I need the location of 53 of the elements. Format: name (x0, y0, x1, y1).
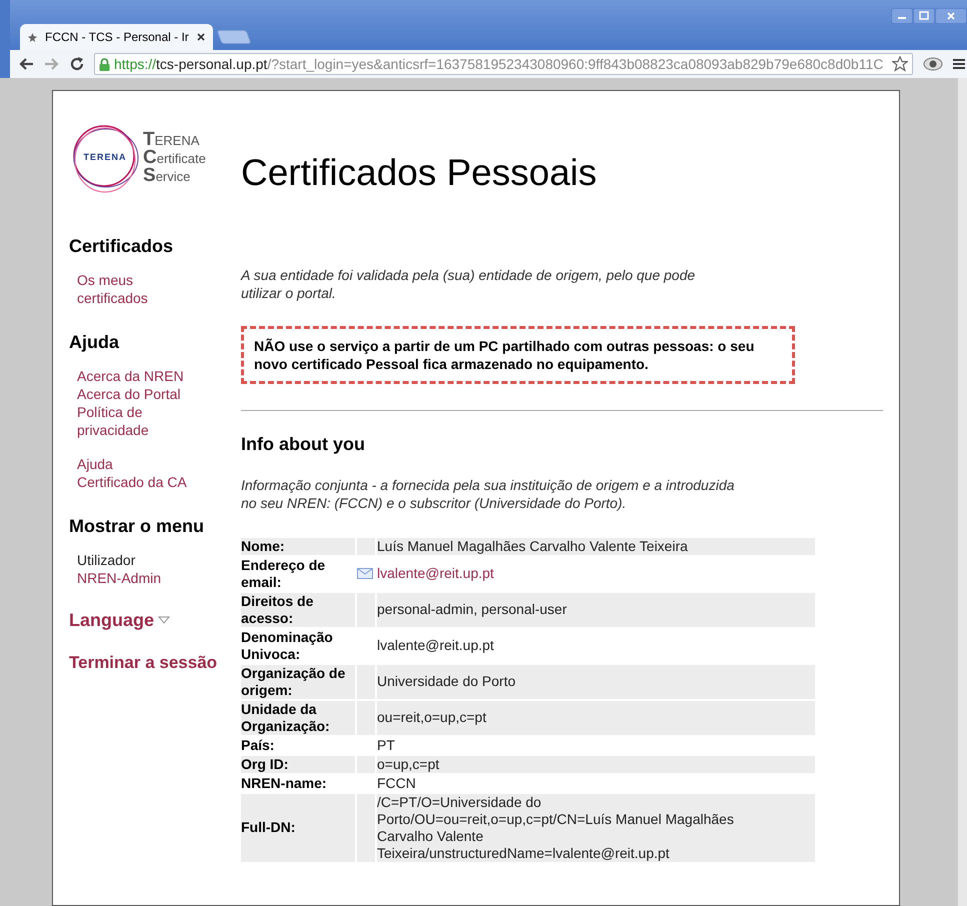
close-icon[interactable] (196, 33, 205, 41)
sidebar-link[interactable]: Política de privacidade (77, 402, 199, 438)
field-label: Nome: (241, 538, 355, 554)
sidebar-link[interactable]: Acerca da NREN (77, 366, 199, 384)
field-label: Organização de origem: (241, 664, 355, 698)
field-value: /C=PT/O=Universidade do Porto/OU=ou=reit,o=up,c=pt/CN=Luís Manuel Magalhães Carvalho Valente Teixeira/unstructuredName=lvalente@reit.up.pt (377, 794, 735, 862)
field-label: Unidade da Organização: (241, 700, 355, 734)
caret-icon (158, 616, 170, 624)
description-text: Informação conjunta - a fornecida pela sua instituição de origem e a introduzida no seu NREN: (FCCN) e o subscritor (Universidade do Porto). (241, 476, 736, 512)
section-heading: Info about you (241, 432, 366, 456)
sidebar-heading: Mostrar o menu (69, 514, 206, 536)
envelope-icon (357, 568, 373, 579)
eye-icon[interactable] (923, 57, 943, 71)
email-link[interactable]: lvalente@reit.up.pt (377, 565, 757, 582)
maximize-icon[interactable] (914, 9, 934, 23)
field-value: PT (377, 736, 396, 754)
language-menu[interactable]: Language (69, 606, 241, 634)
tab-favicon-icon (28, 32, 37, 42)
logo-wordmark: TERENA Certificate Service (143, 130, 206, 185)
scrollbar[interactable] (957, 78, 967, 906)
sidebar-link[interactable]: Certificado da CA (77, 472, 199, 490)
sidebar-heading: Ajuda (69, 330, 120, 352)
back-icon[interactable] (18, 57, 34, 71)
warning-text: NÃO use o serviço a partir de um PC partilhado com outras pessoas: o seu novo certificado Pessoal fica armazenado no equipamento. (254, 336, 756, 372)
minimize-icon[interactable] (892, 9, 912, 23)
field-value: Luís Manuel Magalhães Carvalho Valente Teixeira (377, 538, 689, 554)
field-value: o=up,c=pt (377, 756, 440, 772)
field-label: Direitos de acesso: (241, 592, 355, 626)
close-window-icon[interactable] (936, 9, 966, 23)
menu-icon[interactable] (953, 58, 965, 70)
intro-text: A sua entidade foi validada pela (sua) entidade de origem, pelo que pode utilizar o portal. (241, 266, 696, 302)
lock-icon (99, 58, 110, 70)
sidebar-link[interactable]: Acerca do Portal (77, 384, 199, 402)
sidebar-label: Utilizador (77, 550, 136, 568)
sidebar-link[interactable]: NREN-Admin (77, 568, 199, 586)
tab-title: FCCN - TCS - Personal - Ir (45, 29, 189, 46)
browser-tab[interactable]: FCCN - TCS - Personal - Ir (20, 24, 213, 50)
field-value: lvalente@reit.up.pt (377, 637, 495, 654)
star-icon[interactable] (892, 56, 908, 72)
sidebar-link[interactable]: Os meus certificados (77, 270, 199, 306)
field-label: Full-DN: (241, 794, 355, 862)
url-text: https://tcs-personal.up.pt/?start_login=yes&anticsrf=1637581952343080960:9ff843b08823ca08093ab829b79e680c8d0b11C (114, 54, 884, 74)
field-value: ou=reit,o=up,c=pt (377, 709, 488, 726)
field-value: Universidade do Porto (377, 673, 517, 690)
page-title: Certificados Pessoais (241, 151, 597, 195)
address-bar[interactable]: https://tcs-personal.up.pt/?start_login=yes&anticsrf=1637581952343080960:9ff843b08823ca08093ab829b79e680c8d0b11C (94, 53, 913, 75)
reload-icon[interactable] (70, 57, 84, 71)
sidebar-link[interactable]: Ajuda (77, 454, 199, 472)
sidebar-heading: Certificados (69, 234, 174, 256)
field-value: FCCN (377, 774, 417, 792)
field-value: personal-admin, personal-user (377, 601, 568, 618)
field-label: Org ID: (241, 756, 355, 772)
logout-link[interactable]: Terminar a sessão (69, 650, 241, 675)
